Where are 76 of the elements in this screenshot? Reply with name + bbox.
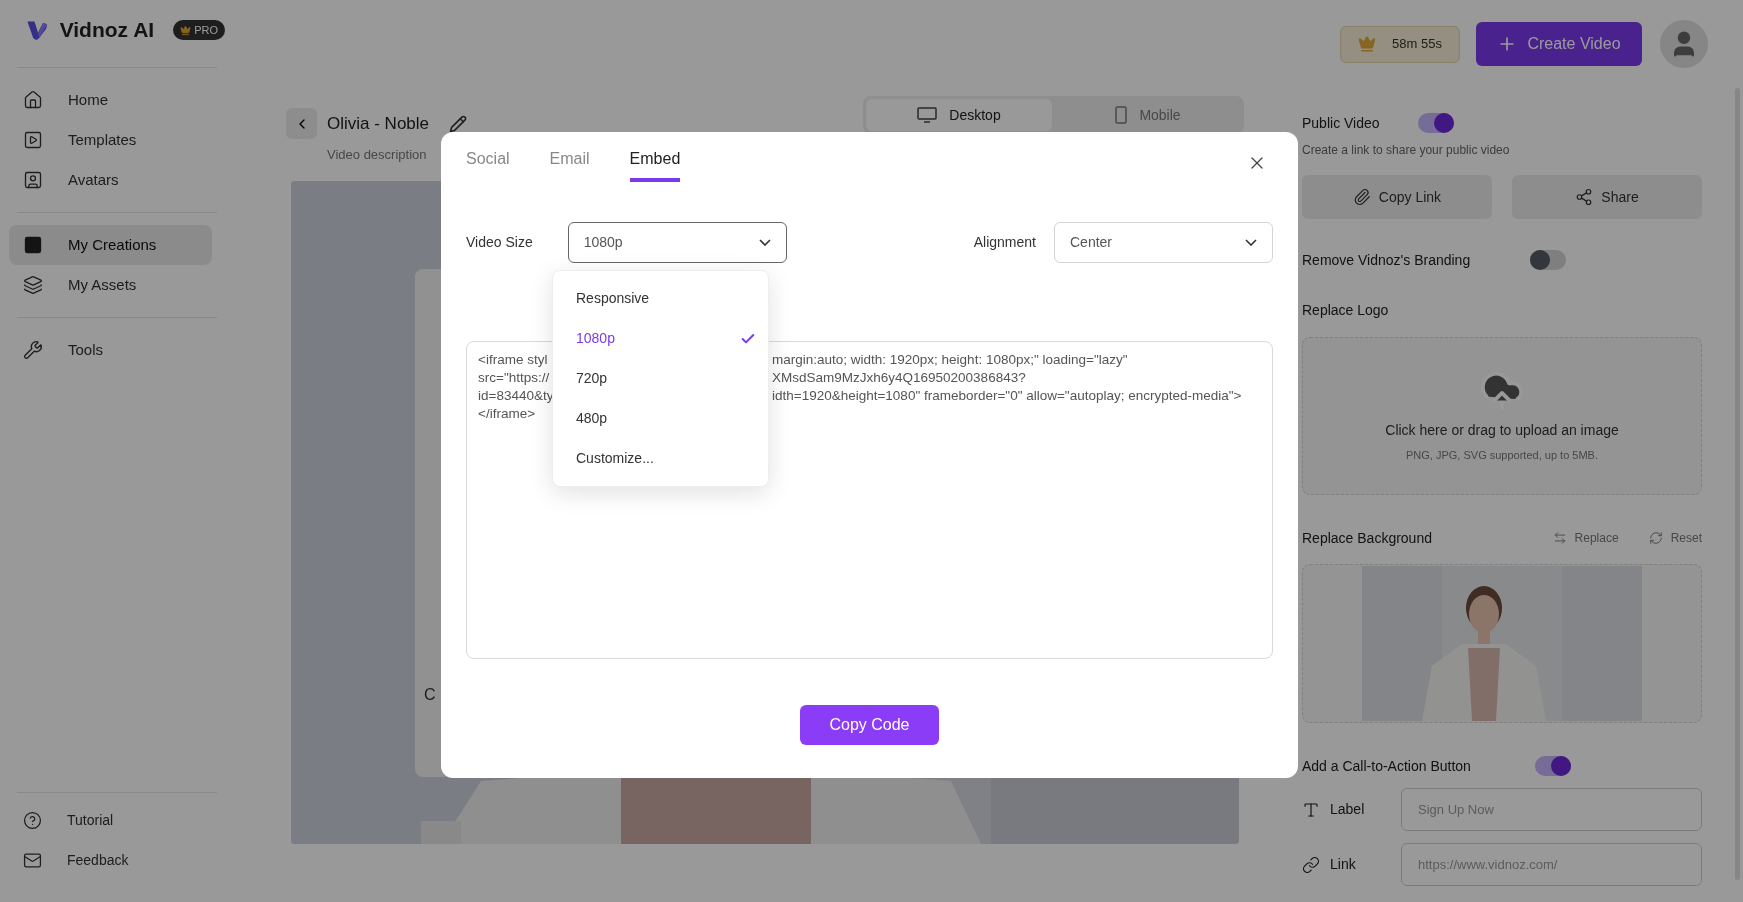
- replace-logo-label: Replace Logo: [1302, 301, 1390, 320]
- public-video-label: Public Video: [1302, 113, 1380, 133]
- share-icon: [1575, 188, 1594, 206]
- code-text: margin:auto; width: 1920px; height: 1080px;" loading="lazy": [772, 351, 1128, 369]
- chevron-down-icon: [1245, 239, 1257, 246]
- sidebar-item[interactable]: Home: [9, 80, 212, 120]
- alignment-select[interactable]: Center: [1054, 222, 1273, 263]
- video-size-label: Video Size: [466, 233, 533, 252]
- dialog-tab[interactable]: Social: [466, 147, 510, 182]
- sidebar-item[interactable]: Tutorial: [9, 800, 225, 840]
- view-tab[interactable]: Desktop: [866, 99, 1052, 131]
- timer-badge: 58m 55s: [1340, 25, 1460, 63]
- pro-badge: PRO: [173, 20, 225, 40]
- sidebar-item[interactable]: My Assets: [9, 265, 212, 305]
- public-video-hint: Create a link to share your public video: [1302, 142, 1511, 159]
- upload-text: Click here or drag to upload an image: [1385, 421, 1619, 441]
- card-text: C: [424, 684, 437, 705]
- phone-icon: [1115, 106, 1128, 124]
- dialog-tab[interactable]: Email: [549, 147, 590, 182]
- monitor-icon: [917, 107, 938, 123]
- code-text: id=83440&ty: [478, 388, 554, 403]
- sidebar-item[interactable]: Avatars: [9, 160, 212, 200]
- copy-code-button[interactable]: Copy Code: [800, 705, 939, 745]
- house-icon: [23, 90, 43, 110]
- code-text: <iframe styl: [478, 352, 548, 367]
- cta-label: Add a Call-to-Action Button: [1302, 756, 1471, 776]
- toggle-switch[interactable]: [1530, 250, 1567, 270]
- dropdown-option[interactable]: Responsive: [553, 279, 768, 319]
- sidebar-item[interactable]: Feedback: [9, 840, 225, 880]
- dropdown-option[interactable]: 480p: [553, 398, 768, 439]
- help-icon: [23, 810, 42, 830]
- pencil-icon[interactable]: [449, 114, 468, 133]
- dialog-tab[interactable]: Embed: [629, 147, 681, 182]
- input-field[interactable]: Sign Up Now: [1401, 788, 1702, 831]
- code-text: idth=1920&height=1080" frameborder="0" allow="autoplay; encrypted-media">: [772, 387, 1242, 405]
- dropdown-option[interactable]: 720p: [553, 358, 768, 399]
- panel-button[interactable]: Share: [1512, 175, 1702, 219]
- sidebar-item[interactable]: Templates: [9, 120, 212, 160]
- crown-icon: [180, 24, 192, 36]
- create-video-button[interactable]: Create Video: [1476, 22, 1642, 66]
- link-icon: [1302, 855, 1320, 874]
- user-square-icon: [23, 170, 43, 190]
- refresh-icon: [1648, 531, 1663, 545]
- chevron-down-icon: [758, 239, 771, 246]
- dropdown-option[interactable]: 1080p: [553, 318, 768, 359]
- avatar[interactable]: [1660, 20, 1708, 68]
- sidebar-item[interactable]: Tools: [9, 330, 212, 370]
- panel-button[interactable]: Copy Link: [1302, 175, 1492, 219]
- background-action[interactable]: Reset: [1648, 529, 1702, 547]
- field-label: Label: [1330, 800, 1365, 819]
- upload-area[interactable]: Click here or drag to upload an image PNG, JPG, SVG supported, up to 5MB.: [1302, 337, 1702, 495]
- brand-name: Vidnoz AI: [59, 17, 155, 44]
- background-action[interactable]: Replace: [1552, 529, 1619, 547]
- video-size-select[interactable]: 1080p: [567, 222, 787, 263]
- video-title: Olivia - Noble: [327, 112, 430, 135]
- upload-hint: PNG, JPG, SVG supported, up to 5MB.: [1406, 448, 1598, 464]
- code-text: src="https://: [478, 370, 550, 385]
- layers-icon: [23, 275, 43, 295]
- toggle-switch[interactable]: [1534, 756, 1571, 776]
- toggle-switch[interactable]: [1417, 113, 1454, 133]
- swap-icon: [1552, 531, 1567, 545]
- branding-label: Remove Vidnoz's Branding: [1302, 250, 1471, 270]
- sidebar-item[interactable]: My Creations: [9, 225, 212, 265]
- field-label: Link: [1330, 855, 1356, 874]
- paperclip-icon: [1352, 188, 1371, 206]
- dropdown-option[interactable]: Customize...: [553, 438, 768, 478]
- text-icon: [1302, 800, 1320, 819]
- input-field[interactable]: https://www.vidnoz.com/: [1401, 843, 1702, 886]
- back-button[interactable]: [286, 108, 317, 139]
- crown-icon: [1358, 35, 1377, 53]
- alignment-label: Alignment: [973, 233, 1036, 252]
- video-description: Video description: [327, 146, 428, 164]
- code-text: </iframe>: [478, 406, 536, 421]
- replace-background-label: Replace Background: [1302, 528, 1433, 548]
- wrench-icon: [23, 340, 43, 360]
- code-text: XMsdSam9MzJxh6y4Q16950200386843?: [772, 369, 1026, 387]
